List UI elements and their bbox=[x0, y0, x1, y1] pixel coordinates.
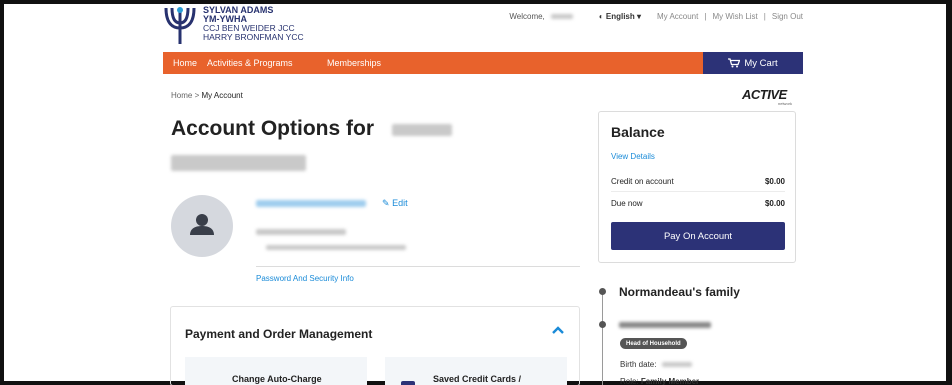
welcome-text: Welcome, bbox=[509, 12, 545, 21]
edit-profile-button[interactable]: ✎ Edit bbox=[382, 198, 408, 209]
profile-birth-date-redacted bbox=[256, 229, 346, 235]
balance-title: Balance bbox=[611, 124, 665, 140]
nav-home[interactable]: Home bbox=[173, 58, 197, 68]
breadcrumb-current: My Account bbox=[201, 91, 243, 100]
profile-divider bbox=[256, 266, 580, 267]
page-title: Account Options for bbox=[171, 117, 374, 140]
member-timeline-dot bbox=[599, 321, 606, 328]
pencil-icon: ✎ bbox=[382, 198, 390, 208]
menorah-logo-icon bbox=[164, 7, 196, 44]
view-details-link[interactable]: View Details bbox=[611, 152, 655, 161]
user-name-redacted bbox=[550, 14, 573, 19]
change-auto-charge-card[interactable]: → Change Auto-Charge bbox=[185, 357, 367, 385]
member-role: Role: Family Member bbox=[620, 377, 699, 385]
member-name-redacted bbox=[619, 322, 711, 328]
link-separator: | bbox=[704, 12, 707, 21]
payment-panel-title: Payment and Order Management bbox=[185, 327, 373, 341]
screen-frame-right bbox=[946, 0, 952, 385]
main-nav: Home Activities & Programs Memberships M… bbox=[163, 52, 803, 74]
saved-credit-cards-card[interactable]: Saved Credit Cards / bbox=[385, 357, 567, 385]
credit-on-account-row: Credit on account $0.00 bbox=[611, 177, 785, 186]
password-security-link[interactable]: Password And Security Info bbox=[256, 274, 354, 283]
family-timeline-line bbox=[602, 291, 603, 385]
change-auto-charge-label: Change Auto-Charge bbox=[232, 374, 322, 384]
balance-panel: Balance View Details Credit on account $… bbox=[598, 111, 796, 263]
credit-amount: $0.00 bbox=[764, 177, 785, 186]
pay-on-account-button[interactable]: Pay On Account bbox=[611, 222, 785, 250]
saved-credit-cards-label: Saved Credit Cards / bbox=[433, 374, 522, 384]
sign-out-link[interactable]: Sign Out bbox=[772, 12, 803, 21]
member-birth-label: Birth date: bbox=[620, 360, 657, 369]
due-now-label: Due now bbox=[611, 199, 643, 208]
logo-line4: HARRY BRONFMAN YCC bbox=[203, 32, 304, 42]
credit-card-icon bbox=[401, 381, 415, 385]
user-icon bbox=[190, 214, 214, 235]
language-label: English bbox=[605, 12, 635, 21]
breadcrumb-home[interactable]: Home bbox=[171, 91, 192, 100]
member-role-label: Role: bbox=[620, 377, 639, 385]
header-links: Welcome, ◐ English ▾ My Account | My Wis… bbox=[509, 12, 803, 21]
profile-email-redacted bbox=[266, 245, 406, 250]
nav-memberships[interactable]: Memberships bbox=[327, 58, 381, 68]
link-separator: | bbox=[763, 12, 766, 21]
globe-icon: ◐ bbox=[598, 12, 604, 21]
cart-label: My Cart bbox=[744, 57, 778, 69]
nav-activities-programs[interactable]: Activities & Programs bbox=[207, 58, 293, 68]
account-first-name-redacted bbox=[392, 124, 452, 136]
due-now-row: Due now $0.00 bbox=[611, 199, 785, 208]
balance-separator bbox=[611, 191, 785, 192]
due-now-amount: $0.00 bbox=[764, 199, 785, 208]
site-header: SYLVAN ADAMS YM-YWHA CCJ BEN WEIDER JCC … bbox=[163, 4, 803, 50]
profile-name-redacted bbox=[256, 200, 366, 207]
breadcrumb-separator: > bbox=[194, 91, 200, 100]
active-network-sub: network bbox=[778, 101, 793, 106]
my-account-link[interactable]: My Account bbox=[657, 12, 698, 21]
cart-icon bbox=[728, 58, 741, 68]
payment-order-panel: Payment and Order Management → Change Au… bbox=[170, 306, 580, 385]
chevron-up-icon[interactable] bbox=[551, 325, 565, 335]
breadcrumb: Home > My Account bbox=[171, 91, 243, 100]
site-logo[interactable]: SYLVAN ADAMS YM-YWHA CCJ BEN WEIDER JCC … bbox=[163, 6, 304, 46]
edit-label: Edit bbox=[392, 198, 408, 208]
credit-label: Credit on account bbox=[611, 177, 674, 186]
family-title: Normandeau's family bbox=[619, 285, 740, 299]
language-selector[interactable]: ◐ English ▾ bbox=[599, 12, 641, 21]
avatar bbox=[171, 195, 233, 257]
screen-frame-left bbox=[0, 0, 4, 385]
logo-text: SYLVAN ADAMS YM-YWHA CCJ BEN WEIDER JCC … bbox=[203, 6, 304, 42]
family-timeline-dot bbox=[599, 288, 606, 295]
my-cart-button[interactable]: My Cart bbox=[703, 52, 803, 74]
member-birth-date-redacted bbox=[662, 362, 692, 367]
head-of-household-badge: Head of Household bbox=[620, 338, 687, 349]
caret-down-icon: ▾ bbox=[636, 12, 641, 21]
account-last-name-redacted bbox=[171, 155, 306, 171]
active-network-logo: ACTIVE bbox=[742, 87, 787, 102]
arrow-right-icon: → bbox=[207, 381, 217, 385]
member-role-value: Family Member bbox=[640, 377, 700, 385]
wish-list-link[interactable]: My Wish List bbox=[712, 12, 757, 21]
